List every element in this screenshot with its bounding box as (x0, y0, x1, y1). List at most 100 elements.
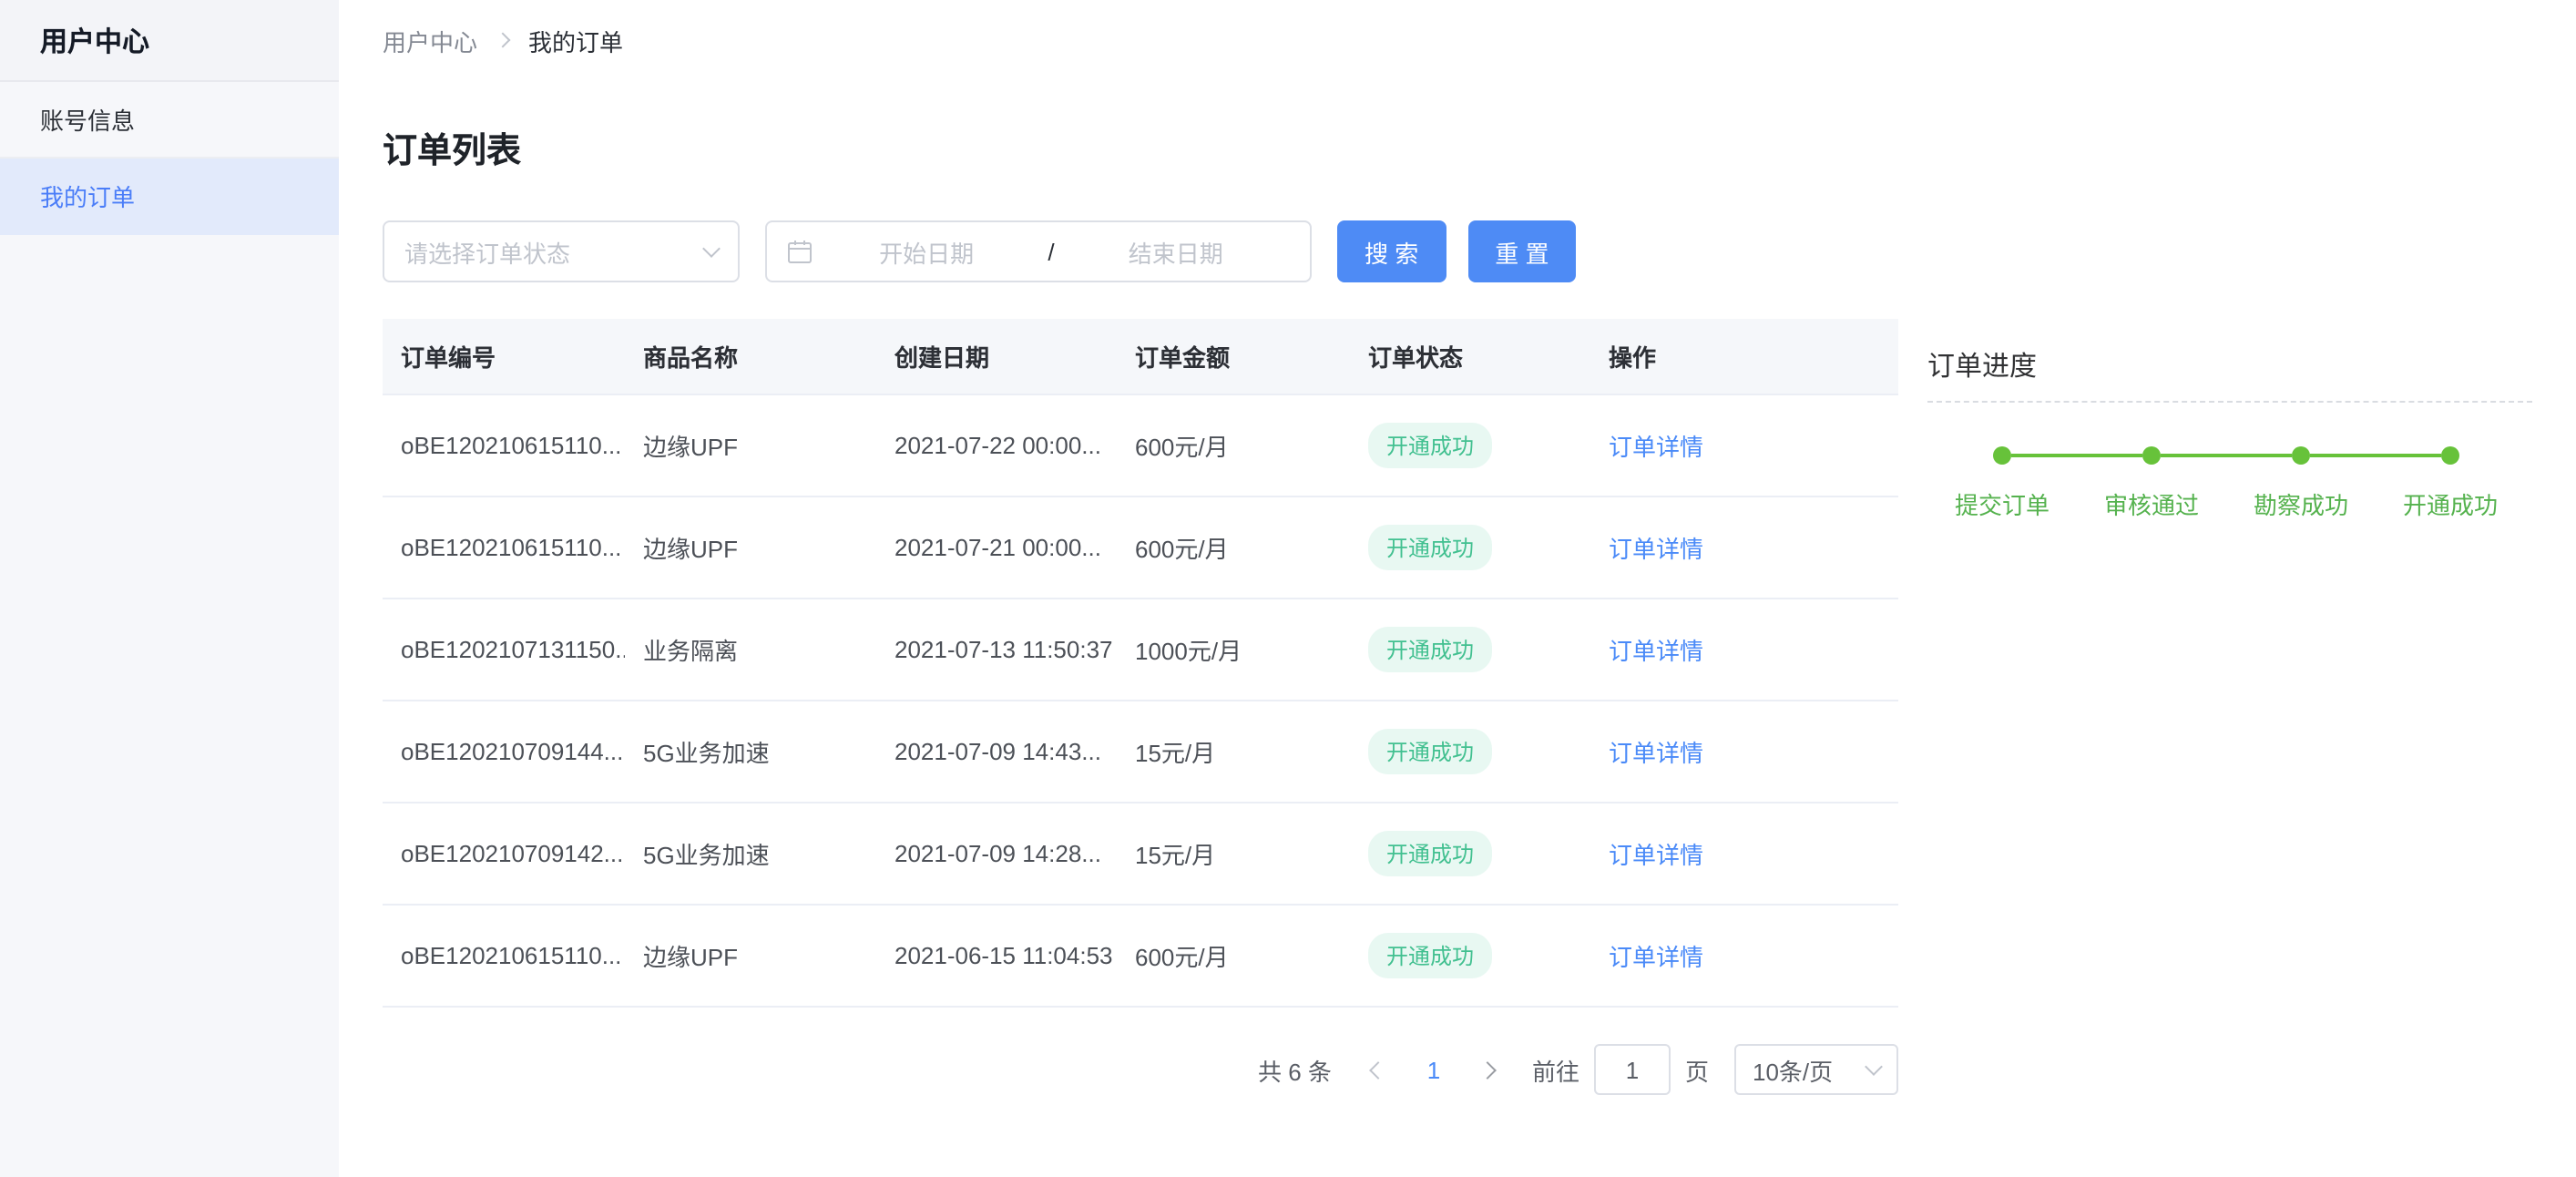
table-row: oBE120210615110...边缘UPF2021-06-15 11:04:… (383, 905, 1898, 1007)
product-name: 5G业务加速 (625, 803, 876, 905)
progress-steps: 提交订单 审核通过 勘察成功 开通成功 (1927, 446, 2532, 521)
order-status-placeholder: 请选择订单状态 (404, 234, 570, 269)
table-row: oBE1202107131150...业务隔离2021-07-13 11:50:… (383, 599, 1898, 701)
sidebar-menu: 账号信息我的订单 (0, 82, 339, 235)
progress-step: 开通成功 (2376, 446, 2525, 521)
breadcrumb-item: 我的订单 (528, 23, 623, 57)
created-date: 2021-07-13 11:50:37 (876, 599, 1117, 701)
chevron-right-icon (1479, 1060, 1498, 1079)
page-size-value: 10条/页 (1753, 1052, 1833, 1087)
progress-step: 勘察成功 (2226, 446, 2376, 521)
step-label: 提交订单 (1955, 486, 2050, 521)
goto-label: 前往 (1532, 1052, 1579, 1087)
page-number[interactable]: 1 (1412, 1056, 1456, 1083)
order-detail-link[interactable]: 订单详情 (1609, 944, 1703, 971)
table-row: oBE120210615110...边缘UPF2021-07-21 00:00.… (383, 496, 1898, 599)
date-separator: / (1048, 238, 1054, 265)
filter-bar: 请选择订单状态 开始日期 / (383, 220, 1898, 282)
chevron-down-icon (702, 239, 721, 257)
order-amount: 1000元/月 (1117, 599, 1350, 701)
order-id: oBE1202107131150... (383, 599, 625, 701)
order-status-select[interactable]: 请选择订单状态 (383, 220, 740, 282)
step-connector-line (2077, 454, 2142, 457)
order-detail-link[interactable]: 订单详情 (1609, 536, 1703, 563)
step-label: 审核通过 (2104, 486, 2199, 521)
prev-page-button[interactable] (1357, 1044, 1401, 1095)
product-name: 边缘UPF (625, 394, 876, 496)
step-connector-line (2161, 454, 2226, 457)
created-date: 2021-07-22 00:00... (876, 394, 1117, 496)
step-connector-line (2376, 454, 2441, 457)
pagination: 共 6 条 1 前往 页 10条/页 (383, 1044, 1898, 1146)
order-amount: 600元/月 (1117, 905, 1350, 1007)
order-amount: 15元/月 (1117, 803, 1350, 905)
date-range-picker[interactable]: 开始日期 / 结束日期 (765, 220, 1312, 282)
step-label: 勘察成功 (2254, 486, 2348, 521)
page-title: 订单列表 (383, 124, 1898, 173)
column-header: 创建日期 (876, 319, 1117, 394)
breadcrumb: 用户中心 我的订单 (339, 0, 2576, 80)
next-page-button[interactable] (1467, 1044, 1510, 1095)
table-row: oBE120210615110...边缘UPF2021-07-22 00:00.… (383, 394, 1898, 496)
status-badge: 开通成功 (1368, 525, 1492, 570)
table-body: oBE120210615110...边缘UPF2021-07-22 00:00.… (383, 394, 1898, 1007)
order-detail-link[interactable]: 订单详情 (1609, 638, 1703, 665)
orders-table: 订单编号商品名称创建日期订单金额订单状态操作 oBE120210615110..… (383, 319, 1898, 1008)
created-date: 2021-07-21 00:00... (876, 496, 1117, 599)
table-row: oBE120210709142...5G业务加速2021-07-09 14:28… (383, 803, 1898, 905)
progress-step: 提交订单 (1927, 446, 2077, 521)
breadcrumb-separator-icon (496, 33, 511, 48)
breadcrumb-item[interactable]: 用户中心 (383, 23, 477, 57)
column-header: 订单金额 (1117, 319, 1350, 394)
reset-button[interactable]: 重 置 (1467, 220, 1576, 282)
start-date-input[interactable]: 开始日期 (813, 234, 1040, 269)
column-header: 操作 (1590, 319, 1898, 394)
sidebar-item[interactable]: 我的订单 (0, 159, 339, 235)
pagination-total: 共 6 条 (1258, 1052, 1332, 1087)
column-header: 订单编号 (383, 319, 625, 394)
step-connector-line (2011, 454, 2077, 457)
order-detail-link[interactable]: 订单详情 (1609, 842, 1703, 869)
order-id: oBE120210709144... (383, 701, 625, 803)
created-date: 2021-06-15 11:04:53 (876, 905, 1117, 1007)
page-size-select[interactable]: 10条/页 (1734, 1044, 1898, 1095)
main-area: 用户中心 我的订单 订单列表 请选择订单状态 (339, 0, 2576, 1177)
status-badge: 开通成功 (1368, 933, 1492, 978)
column-header: 商品名称 (625, 319, 876, 394)
order-amount: 600元/月 (1117, 496, 1350, 599)
chevron-down-icon (1865, 1057, 1883, 1075)
column-header: 订单状态 (1350, 319, 1590, 394)
step-dot-icon (1993, 446, 2011, 465)
step-dot-icon (2441, 446, 2459, 465)
order-id: oBE120210709142... (383, 803, 625, 905)
order-progress-panel: 订单进度 提交订单审核通过勘察成功开通成功 (1927, 80, 2532, 1177)
product-name: 业务隔离 (625, 599, 876, 701)
order-id: oBE120210615110... (383, 905, 625, 1007)
calendar-icon (787, 239, 813, 264)
created-date: 2021-07-09 14:28... (876, 803, 1117, 905)
table-header-row: 订单编号商品名称创建日期订单金额订单状态操作 (383, 319, 1898, 394)
product-name: 5G业务加速 (625, 701, 876, 803)
step-dot-icon (2142, 446, 2161, 465)
sidebar-item[interactable]: 账号信息 (0, 82, 339, 159)
app: 用户中心 账号信息我的订单 用户中心我的订单 订单列表 请选择订单状态 (0, 0, 2576, 1177)
order-detail-link[interactable]: 订单详情 (1609, 740, 1703, 767)
goto-page-input[interactable] (1594, 1044, 1671, 1095)
table-row: oBE120210709144...5G业务加速2021-07-09 14:43… (383, 701, 1898, 803)
end-date-input[interactable]: 结束日期 (1062, 234, 1290, 269)
product-name: 边缘UPF (625, 905, 876, 1007)
created-date: 2021-07-09 14:43... (876, 701, 1117, 803)
step-connector-line (2310, 454, 2376, 457)
order-id: oBE120210615110... (383, 394, 625, 496)
order-detail-link[interactable]: 订单详情 (1609, 434, 1703, 461)
step-dot-icon (2292, 446, 2310, 465)
sidebar: 用户中心 账号信息我的订单 (0, 0, 339, 1177)
status-badge: 开通成功 (1368, 423, 1492, 468)
product-name: 边缘UPF (625, 496, 876, 599)
progress-step: 审核通过 (2077, 446, 2226, 521)
step-label: 开通成功 (2403, 486, 2498, 521)
chevron-left-icon (1370, 1060, 1388, 1079)
sidebar-title: 用户中心 (0, 0, 339, 82)
page-unit-label: 页 (1685, 1052, 1709, 1087)
search-button[interactable]: 搜 索 (1337, 220, 1446, 282)
